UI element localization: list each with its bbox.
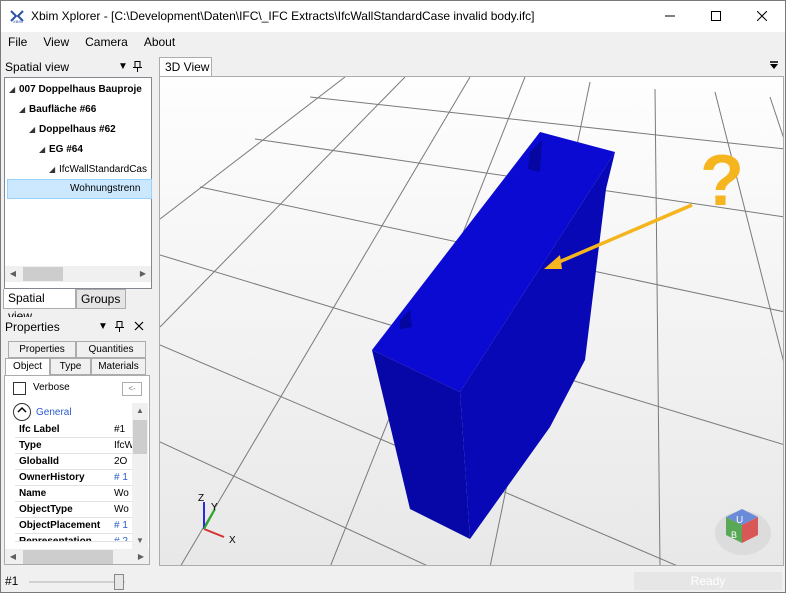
verbose-label: Verbose xyxy=(33,382,70,393)
property-row[interactable]: OwnerHistory # 1 xyxy=(15,470,132,486)
expanded-caret-icon[interactable]: ◢ xyxy=(29,121,39,139)
axis-y-label: Y xyxy=(211,502,218,513)
menu-about[interactable]: About xyxy=(136,32,183,52)
3d-viewport[interactable]: ? Z Y X U B xyxy=(159,76,784,566)
tree-item-building[interactable]: ◢ Doppelhaus #62 xyxy=(29,121,116,139)
question-mark-annotation: ? xyxy=(700,141,744,221)
scroll-down-icon[interactable]: ▼ xyxy=(132,533,148,549)
tab-object[interactable]: Object xyxy=(5,358,50,375)
tree-item-wall-type[interactable]: ◢ IfcWallStandardCas xyxy=(49,161,147,179)
maximize-icon xyxy=(711,11,721,21)
scroll-right-icon[interactable]: ▶ xyxy=(135,266,151,282)
properties-title: Properties xyxy=(5,320,60,334)
xbim-logo-icon: XBIM xyxy=(10,10,24,24)
view-menu-icon[interactable] xyxy=(769,60,779,73)
minimize-icon xyxy=(665,15,675,17)
property-row[interactable]: ObjectType Wo xyxy=(15,502,132,518)
spatial-view-panel: Spatial view ▼ ◢ 007 Doppelhaus Bauproje … xyxy=(2,57,152,323)
menu-camera[interactable]: Camera xyxy=(77,32,136,52)
tree-item-site[interactable]: ◢ Baufläche #66 xyxy=(19,101,96,119)
minimize-button[interactable] xyxy=(647,1,693,31)
verbose-checkbox[interactable] xyxy=(13,382,26,395)
property-row[interactable]: Representation # 2 xyxy=(15,534,132,542)
tab-spatial-view[interactable]: Spatial view xyxy=(3,289,76,323)
close-icon[interactable] xyxy=(133,321,145,333)
expanded-caret-icon[interactable]: ◢ xyxy=(49,161,59,179)
tree-item-project[interactable]: ◢ 007 Doppelhaus Bauproje xyxy=(9,81,142,99)
pin-icon[interactable] xyxy=(132,61,144,73)
properties-vertical-scrollbar[interactable]: ▲ ▼ xyxy=(132,403,148,549)
property-row[interactable]: Ifc Label #1 xyxy=(15,422,132,438)
spatial-view-title: Spatial view xyxy=(5,60,70,74)
back-button[interactable]: <- xyxy=(122,382,142,396)
zoom-slider-track[interactable] xyxy=(29,581,125,583)
title-bar[interactable]: XBIM Xbim Xplorer - [C:\Development\Date… xyxy=(1,1,785,32)
axis-z-label: Z xyxy=(198,493,204,504)
tree-item-wall-instance: Wohnungstrenn xyxy=(70,183,141,194)
properties-horizontal-scrollbar[interactable]: ◀ ▶ xyxy=(5,549,149,564)
properties-panel: Properties ▼ Properties Quantities Objec… xyxy=(2,317,152,567)
zoom-slider-thumb[interactable] xyxy=(114,574,124,590)
tree-horizontal-scrollbar[interactable]: ◀ ▶ xyxy=(5,266,151,282)
menu-view[interactable]: View xyxy=(35,32,77,52)
tab-3d-view[interactable]: 3D View xyxy=(159,57,212,77)
close-icon xyxy=(757,11,767,21)
window-title: Xbim Xplorer - [C:\Development\Daten\IFC… xyxy=(31,9,535,23)
properties-content: Verbose <- General Ifc Label #1 Type IfcW … xyxy=(4,375,150,565)
scroll-right-icon[interactable]: ▶ xyxy=(133,549,149,564)
collapse-chevron-icon[interactable] xyxy=(13,403,31,421)
property-row[interactable]: GlobalId 2O xyxy=(15,454,132,470)
menu-file[interactable]: File xyxy=(1,32,35,52)
maximize-button[interactable] xyxy=(693,1,739,31)
menu-bar: File View Camera About xyxy=(1,32,785,52)
tab-properties[interactable]: Properties xyxy=(8,341,76,358)
status-entity-label: #1 xyxy=(5,574,19,588)
pin-icon[interactable] xyxy=(114,321,126,333)
tab-materials[interactable]: Materials xyxy=(91,358,146,375)
navigation-cube[interactable]: U B xyxy=(715,509,771,555)
svg-text:XBIM: XBIM xyxy=(13,19,23,24)
dropdown-icon[interactable]: ▼ xyxy=(97,321,109,333)
expanded-caret-icon[interactable]: ◢ xyxy=(19,101,29,119)
status-bar: #1 Ready xyxy=(1,570,785,592)
scroll-thumb[interactable] xyxy=(23,267,63,281)
scroll-up-icon[interactable]: ▲ xyxy=(132,403,148,419)
scroll-left-icon[interactable]: ◀ xyxy=(5,266,21,282)
expanded-caret-icon[interactable]: ◢ xyxy=(9,81,19,99)
tree-item-storey[interactable]: ◢ EG #64 xyxy=(39,141,83,159)
tab-quantities[interactable]: Quantities xyxy=(76,341,146,358)
close-button[interactable] xyxy=(739,1,785,31)
tab-type[interactable]: Type xyxy=(50,358,91,375)
scroll-left-icon[interactable]: ◀ xyxy=(5,549,21,564)
status-ready: Ready xyxy=(634,572,782,590)
tree-item-selected[interactable]: Wohnungstrenn xyxy=(7,179,152,199)
app-window: XBIM Xbim Xplorer - [C:\Development\Date… xyxy=(0,0,786,593)
scroll-thumb[interactable] xyxy=(133,420,147,454)
property-row[interactable]: ObjectPlacement # 1 xyxy=(15,518,132,534)
dropdown-icon[interactable]: ▼ xyxy=(117,61,129,73)
properties-header: Properties ▼ xyxy=(2,317,152,337)
axis-x-label: X xyxy=(229,535,236,546)
scene-canvas[interactable]: ? Z Y X U B xyxy=(160,77,784,566)
expanded-caret-icon[interactable]: ◢ xyxy=(39,141,49,159)
property-row[interactable]: Type IfcW xyxy=(15,438,132,454)
tab-groups[interactable]: Groups xyxy=(76,289,126,309)
navcube-top-label: U xyxy=(736,515,743,526)
axes-gizmo: Z Y X xyxy=(198,493,236,546)
wall-solid[interactable] xyxy=(372,132,615,539)
property-row[interactable]: Name Wo xyxy=(15,486,132,502)
scroll-thumb[interactable] xyxy=(23,550,113,564)
navcube-front-label: B xyxy=(731,530,737,540)
spatial-view-header: Spatial view ▼ xyxy=(2,57,152,77)
section-general: General xyxy=(36,407,72,418)
